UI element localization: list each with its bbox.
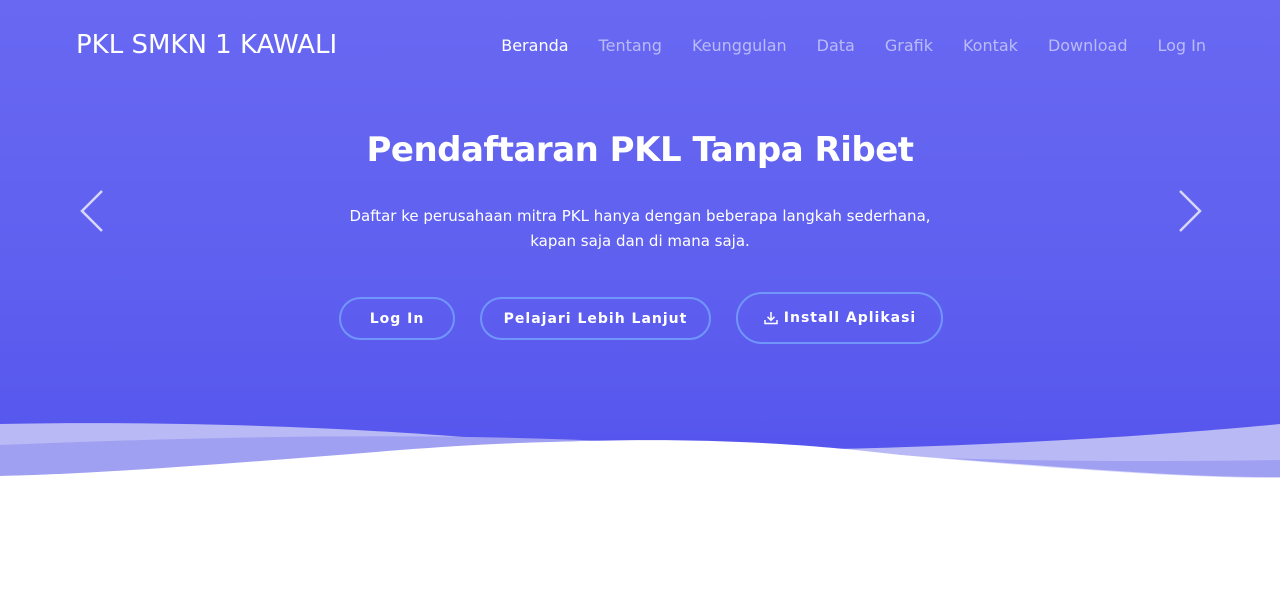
install-app-button-label: Install Aplikasi xyxy=(783,310,917,326)
brand-logo[interactable]: PKL SMKN 1 KAWALI xyxy=(76,30,337,60)
hero-subtitle: Daftar ke perusahaan mitra PKL hanya den… xyxy=(0,204,1280,254)
nav-item-login[interactable]: Log In xyxy=(1157,36,1206,55)
nav-item-data[interactable]: Data xyxy=(817,36,855,55)
hero-subtitle-line-2: kapan saja dan di mana saja. xyxy=(530,232,750,250)
install-app-button[interactable]: Install Aplikasi xyxy=(736,292,943,344)
nav-item-kontak[interactable]: Kontak xyxy=(963,36,1018,55)
hero-section: PKL SMKN 1 KAWALI Beranda Tentang Keungg… xyxy=(0,0,1280,600)
download-icon xyxy=(764,312,778,325)
nav-item-tentang[interactable]: Tentang xyxy=(599,36,662,55)
hero-buttons: Log In Pelajari Lebih Lanjut Install Apl… xyxy=(0,292,1280,345)
nav-item-download[interactable]: Download xyxy=(1048,36,1128,55)
hero-subtitle-line-1: Daftar ke perusahaan mitra PKL hanya den… xyxy=(349,207,931,225)
nav-item-beranda[interactable]: Beranda xyxy=(501,36,568,55)
hero-title: Pendaftaran PKL Tanpa Ribet xyxy=(366,130,914,170)
nav-item-grafik[interactable]: Grafik xyxy=(885,36,933,55)
learn-more-button[interactable]: Pelajari Lebih Lanjut xyxy=(480,297,711,340)
main-nav: Beranda Tentang Keunggulan Data Grafik K… xyxy=(471,36,1206,55)
nav-item-keunggulan[interactable]: Keunggulan xyxy=(692,36,787,55)
hero-wave-divider xyxy=(0,423,1280,600)
login-button[interactable]: Log In xyxy=(339,297,455,340)
login-button-label: Log In xyxy=(369,310,425,327)
learn-more-button-label: Pelajari Lebih Lanjut xyxy=(503,310,688,327)
